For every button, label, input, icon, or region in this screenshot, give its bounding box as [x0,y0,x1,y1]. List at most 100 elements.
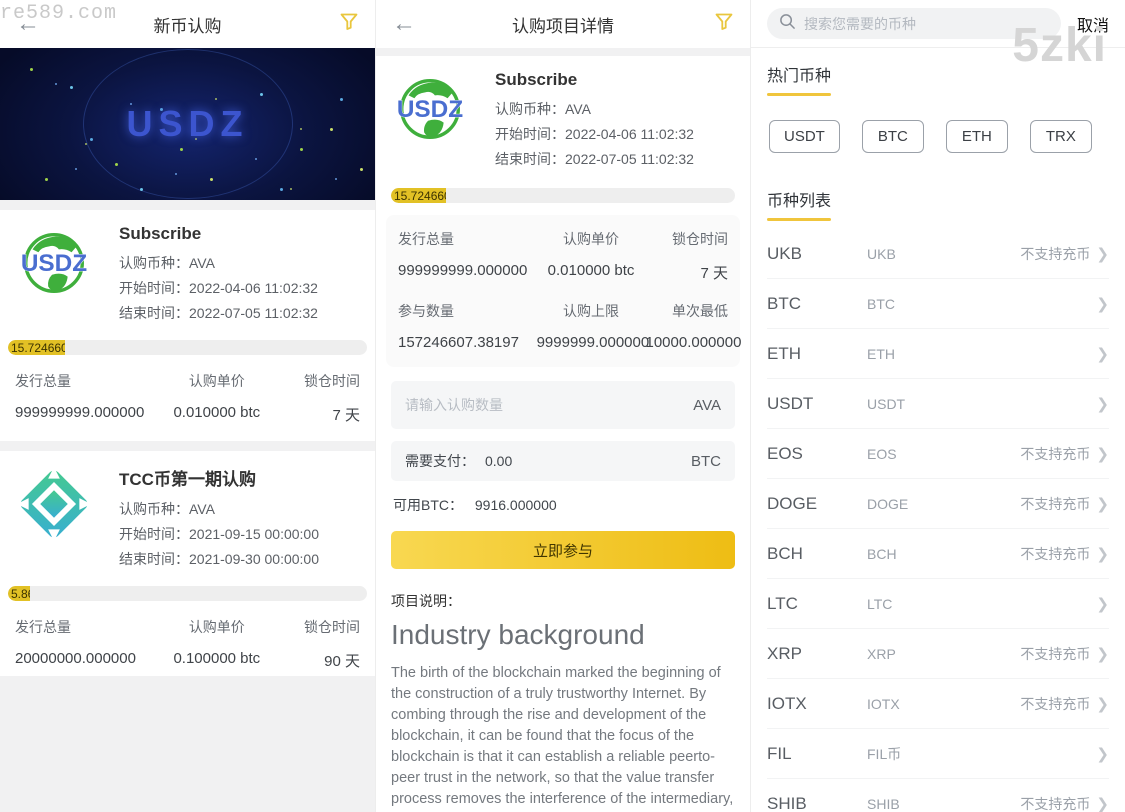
pay-unit-label: BTC [691,452,721,470]
hot-coin-chip[interactable]: TRX [1029,120,1092,153]
progress-bar: 15.724660 [391,188,735,203]
stat-header: 锁仓时间 [303,619,360,635]
coin-list-item[interactable]: EOS EOS 不支持充币 ❯ [767,429,1109,479]
coin-value: AVA [189,255,215,271]
chevron-right-icon: ❯ [1096,345,1109,363]
amount-unit-label: AVA [693,396,721,414]
cancel-button[interactable]: 取消 [1077,12,1109,36]
coin-name: LTC [867,595,893,612]
chevron-right-icon: ❯ [1096,795,1109,812]
stat-header: 认购上限 [563,303,620,319]
detail-card: USDZ Subscribe 认购币种：AVA 开始时间：2022-04-06 … [376,56,750,812]
usdz-banner-image: USDZ [0,48,375,200]
amount-input-wrap: AVA [391,381,735,429]
left-page-title: 新币认购 [153,16,222,36]
chevron-right-icon: ❯ [1096,445,1109,463]
coin-deposit-note: 不支持充币 [1020,695,1091,712]
coin-search-input[interactable] [804,15,1049,32]
coin-symbol: FIL [767,743,792,763]
coin-deposit-note: 不支持充币 [1020,795,1091,812]
coin-list-item[interactable]: ETH ETH ❯ [767,329,1109,379]
back-arrow-icon[interactable]: ← [392,12,416,36]
coin-deposit-note: 不支持充币 [1020,545,1091,562]
start-value: 2022-04-06 11:02:32 [565,126,694,142]
left-appbar: ← 新币认购 [0,0,375,48]
coin-list-item[interactable]: BTC BTC ❯ [767,279,1109,329]
coin-name: IOTX [867,695,900,712]
hot-coin-chip[interactable]: BTC [861,120,924,153]
hot-coin-label: USDT [784,128,825,145]
panel-coin-search: 5zki 取消 热门币种 USDT BTC ETH TRX 币种列表 [750,0,1125,812]
coin-name: USDT [867,395,906,412]
hot-coin-chips: USDT BTC ETH TRX [769,120,1107,153]
filter-funnel-icon[interactable] [339,12,359,37]
end-label: 结束时间： [119,551,189,567]
stat-value: 7 天 [700,265,728,282]
available-balance-row: 可用BTC： 9916.000000 [391,495,735,515]
back-arrow-icon[interactable]: ← [16,12,40,36]
subscription-card-tcc[interactable]: TCC币第一期认购 认购币种：AVA 开始时间：2021-09-15 00:00… [0,451,375,687]
coin-list-item[interactable]: DOGE DOGE 不支持充币 ❯ [767,479,1109,529]
subscription-card-usdz[interactable]: USDZ Subscribe 认购币种：AVA 开始时间：2022-04-06 … [0,210,375,441]
start-label: 开始时间： [119,526,189,542]
progress-value: 15.724660 [11,340,66,355]
progress-value: 15.724660 [394,188,447,203]
search-bar: 取消 [751,0,1125,48]
coin-deposit-note: 不支持充币 [1020,445,1091,462]
coin-symbol: EOS [767,443,803,463]
stat-value: 9999999.000000 [536,334,650,351]
chevron-right-icon: ❯ [1096,495,1109,513]
coin-symbol: LTC [767,593,798,613]
coin-list-item[interactable]: BCH BCH 不支持充币 ❯ [767,529,1109,579]
search-icon [779,13,796,35]
coin-name: BTC [867,295,895,312]
stat-header: 认购单价 [188,619,245,635]
hot-coin-chip[interactable]: ETH [945,120,1008,153]
coin-list-item[interactable]: LTC LTC ❯ [767,579,1109,629]
usdz-globe-logo: USDZ [391,70,469,148]
coin-name: EOS [867,445,897,462]
description-label: 项目说明： [391,593,461,609]
divider [0,441,375,451]
start-label: 开始时间： [119,280,189,296]
join-now-button[interactable]: 立即参与 [391,531,735,569]
middle-page-title: 认购项目详情 [512,16,614,36]
progress-bar: 15.724660 [8,340,367,355]
coin-list: UKB UKB 不支持充币 ❯ BTC BTC ❯ ETH ETH ❯ USDT… [767,229,1109,812]
coin-symbol: USDT [767,393,814,413]
start-value: 2021-09-15 00:00:00 [189,526,319,542]
description-body: The birth of the blockchain marked the b… [391,665,734,807]
hot-coin-label: BTC [877,128,908,145]
filter-funnel-icon[interactable] [714,12,734,37]
card-title: TCC币第一期认购 [119,470,256,489]
chevron-right-icon: ❯ [1096,395,1109,413]
usdz-globe-logo: USDZ [15,224,93,302]
progress-bar: 5.86 [8,586,367,601]
panel-subscription-detail: ← 认购项目详情 USDZ Subscribe 认购币种：AVA 开始时间：20… [375,0,750,812]
coin-list-item[interactable]: SHIB SHIB 不支持充币 ❯ [767,779,1109,812]
stat-header: 认购单价 [188,373,245,389]
coin-list-item[interactable]: UKB UKB 不支持充币 ❯ [767,229,1109,279]
start-value: 2022-04-06 11:02:32 [189,280,318,296]
hot-coin-chip[interactable]: USDT [769,120,840,153]
coin-list-item[interactable]: FIL FIL币 ❯ [767,729,1109,779]
coin-list-item[interactable]: XRP XRP 不支持充币 ❯ [767,629,1109,679]
coin-list-item[interactable]: USDT USDT ❯ [767,379,1109,429]
coin-name: BCH [867,545,897,562]
panel-new-coin-subscription: ← 新币认购 USDZ USDZ Subscribe 认购币种：AVA 开始时间… [0,0,375,812]
svg-text:USDZ: USDZ [21,250,87,277]
detail-title: Subscribe [495,70,578,89]
stat-value: 10000.000000 [645,334,742,351]
pay-amount-row: 需要支付： 0.00 BTC [391,441,735,481]
stat-value: 0.100000 btc [173,650,261,667]
chevron-right-icon: ❯ [1096,645,1109,663]
coin-list-item[interactable]: IOTX IOTX 不支持充币 ❯ [767,679,1109,729]
coin-value: AVA [189,501,215,517]
pay-label: 需要支付： [405,453,475,469]
subscribe-amount-input[interactable] [405,397,694,413]
coin-label: 认购币种： [119,255,189,271]
stat-value: 999999999.000000 [398,262,528,279]
stat-header: 单次最低 [671,303,728,319]
coin-name: XRP [867,645,896,662]
stat-header: 发行总量 [15,619,71,635]
